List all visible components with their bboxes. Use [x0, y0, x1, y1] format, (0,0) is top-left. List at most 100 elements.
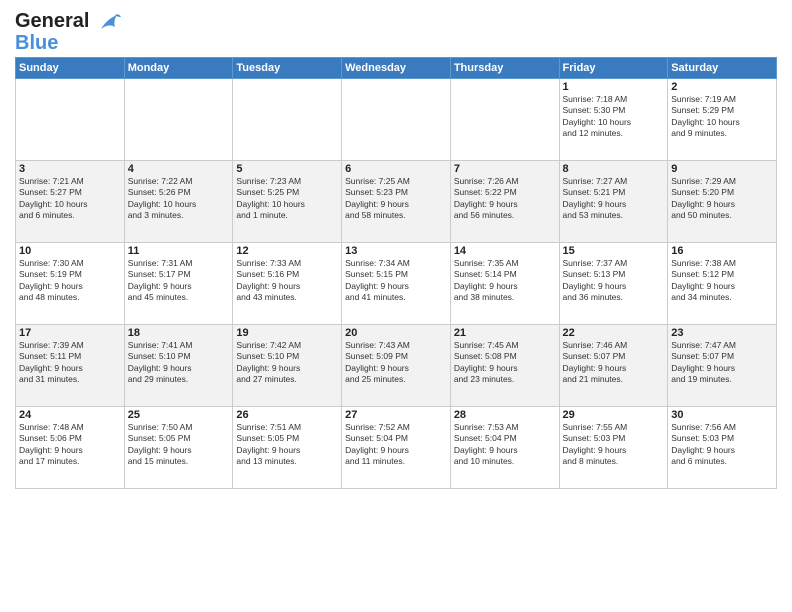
- logo-general: General: [15, 10, 89, 32]
- logo-blue: Blue: [15, 33, 123, 53]
- day-info: Sunrise: 7:45 AM Sunset: 5:08 PM Dayligh…: [454, 340, 556, 386]
- day-number: 14: [454, 245, 556, 257]
- day-info: Sunrise: 7:55 AM Sunset: 5:03 PM Dayligh…: [563, 422, 665, 468]
- day-number: 8: [563, 163, 665, 175]
- day-info: Sunrise: 7:29 AM Sunset: 5:20 PM Dayligh…: [671, 176, 773, 222]
- day-cell: 7Sunrise: 7:26 AM Sunset: 5:22 PM Daylig…: [450, 160, 559, 242]
- day-cell: 15Sunrise: 7:37 AM Sunset: 5:13 PM Dayli…: [559, 242, 668, 324]
- day-cell: 27Sunrise: 7:52 AM Sunset: 5:04 PM Dayli…: [342, 406, 451, 488]
- day-info: Sunrise: 7:43 AM Sunset: 5:09 PM Dayligh…: [345, 340, 447, 386]
- day-cell: 28Sunrise: 7:53 AM Sunset: 5:04 PM Dayli…: [450, 406, 559, 488]
- day-info: Sunrise: 7:23 AM Sunset: 5:25 PM Dayligh…: [236, 176, 338, 222]
- header: General Blue: [15, 10, 777, 53]
- day-cell: 26Sunrise: 7:51 AM Sunset: 5:05 PM Dayli…: [233, 406, 342, 488]
- day-cell: 11Sunrise: 7:31 AM Sunset: 5:17 PM Dayli…: [124, 242, 233, 324]
- logo-bird-icon: [97, 11, 123, 33]
- day-cell: 19Sunrise: 7:42 AM Sunset: 5:10 PM Dayli…: [233, 324, 342, 406]
- day-info: Sunrise: 7:51 AM Sunset: 5:05 PM Dayligh…: [236, 422, 338, 468]
- day-info: Sunrise: 7:22 AM Sunset: 5:26 PM Dayligh…: [128, 176, 230, 222]
- day-number: 26: [236, 409, 338, 421]
- day-number: 4: [128, 163, 230, 175]
- day-info: Sunrise: 7:48 AM Sunset: 5:06 PM Dayligh…: [19, 422, 121, 468]
- day-cell: 4Sunrise: 7:22 AM Sunset: 5:26 PM Daylig…: [124, 160, 233, 242]
- day-info: Sunrise: 7:46 AM Sunset: 5:07 PM Dayligh…: [563, 340, 665, 386]
- day-cell: 29Sunrise: 7:55 AM Sunset: 5:03 PM Dayli…: [559, 406, 668, 488]
- day-info: Sunrise: 7:21 AM Sunset: 5:27 PM Dayligh…: [19, 176, 121, 222]
- day-number: 7: [454, 163, 556, 175]
- day-number: 17: [19, 327, 121, 339]
- weekday-tuesday: Tuesday: [233, 57, 342, 78]
- day-info: Sunrise: 7:52 AM Sunset: 5:04 PM Dayligh…: [345, 422, 447, 468]
- day-number: 30: [671, 409, 773, 421]
- weekday-thursday: Thursday: [450, 57, 559, 78]
- day-info: Sunrise: 7:56 AM Sunset: 5:03 PM Dayligh…: [671, 422, 773, 468]
- calendar-table: SundayMondayTuesdayWednesdayThursdayFrid…: [15, 57, 777, 489]
- day-cell: [342, 78, 451, 160]
- day-number: 2: [671, 81, 773, 93]
- day-number: 5: [236, 163, 338, 175]
- day-cell: 1Sunrise: 7:18 AM Sunset: 5:30 PM Daylig…: [559, 78, 668, 160]
- day-number: 22: [563, 327, 665, 339]
- day-info: Sunrise: 7:34 AM Sunset: 5:15 PM Dayligh…: [345, 258, 447, 304]
- day-number: 25: [128, 409, 230, 421]
- day-info: Sunrise: 7:42 AM Sunset: 5:10 PM Dayligh…: [236, 340, 338, 386]
- day-cell: 16Sunrise: 7:38 AM Sunset: 5:12 PM Dayli…: [668, 242, 777, 324]
- day-info: Sunrise: 7:25 AM Sunset: 5:23 PM Dayligh…: [345, 176, 447, 222]
- day-cell: 20Sunrise: 7:43 AM Sunset: 5:09 PM Dayli…: [342, 324, 451, 406]
- page-container: General Blue SundayMondayTuesdayWednesda…: [0, 0, 792, 494]
- day-info: Sunrise: 7:39 AM Sunset: 5:11 PM Dayligh…: [19, 340, 121, 386]
- day-cell: 8Sunrise: 7:27 AM Sunset: 5:21 PM Daylig…: [559, 160, 668, 242]
- day-info: Sunrise: 7:26 AM Sunset: 5:22 PM Dayligh…: [454, 176, 556, 222]
- day-number: 24: [19, 409, 121, 421]
- weekday-monday: Monday: [124, 57, 233, 78]
- day-info: Sunrise: 7:30 AM Sunset: 5:19 PM Dayligh…: [19, 258, 121, 304]
- day-cell: 22Sunrise: 7:46 AM Sunset: 5:07 PM Dayli…: [559, 324, 668, 406]
- day-number: 19: [236, 327, 338, 339]
- day-info: Sunrise: 7:19 AM Sunset: 5:29 PM Dayligh…: [671, 94, 773, 140]
- day-cell: 12Sunrise: 7:33 AM Sunset: 5:16 PM Dayli…: [233, 242, 342, 324]
- week-row-5: 24Sunrise: 7:48 AM Sunset: 5:06 PM Dayli…: [16, 406, 777, 488]
- day-cell: 14Sunrise: 7:35 AM Sunset: 5:14 PM Dayli…: [450, 242, 559, 324]
- day-number: 10: [19, 245, 121, 257]
- day-number: 6: [345, 163, 447, 175]
- day-info: Sunrise: 7:35 AM Sunset: 5:14 PM Dayligh…: [454, 258, 556, 304]
- day-number: 28: [454, 409, 556, 421]
- day-cell: 21Sunrise: 7:45 AM Sunset: 5:08 PM Dayli…: [450, 324, 559, 406]
- week-row-2: 3Sunrise: 7:21 AM Sunset: 5:27 PM Daylig…: [16, 160, 777, 242]
- day-info: Sunrise: 7:53 AM Sunset: 5:04 PM Dayligh…: [454, 422, 556, 468]
- day-cell: 3Sunrise: 7:21 AM Sunset: 5:27 PM Daylig…: [16, 160, 125, 242]
- day-cell: 10Sunrise: 7:30 AM Sunset: 5:19 PM Dayli…: [16, 242, 125, 324]
- day-cell: 18Sunrise: 7:41 AM Sunset: 5:10 PM Dayli…: [124, 324, 233, 406]
- day-info: Sunrise: 7:47 AM Sunset: 5:07 PM Dayligh…: [671, 340, 773, 386]
- weekday-sunday: Sunday: [16, 57, 125, 78]
- day-number: 27: [345, 409, 447, 421]
- day-cell: 6Sunrise: 7:25 AM Sunset: 5:23 PM Daylig…: [342, 160, 451, 242]
- day-info: Sunrise: 7:18 AM Sunset: 5:30 PM Dayligh…: [563, 94, 665, 140]
- day-number: 1: [563, 81, 665, 93]
- day-cell: 5Sunrise: 7:23 AM Sunset: 5:25 PM Daylig…: [233, 160, 342, 242]
- day-cell: [16, 78, 125, 160]
- day-info: Sunrise: 7:37 AM Sunset: 5:13 PM Dayligh…: [563, 258, 665, 304]
- weekday-friday: Friday: [559, 57, 668, 78]
- day-cell: 25Sunrise: 7:50 AM Sunset: 5:05 PM Dayli…: [124, 406, 233, 488]
- logo: General Blue: [15, 10, 123, 53]
- day-number: 20: [345, 327, 447, 339]
- day-cell: 24Sunrise: 7:48 AM Sunset: 5:06 PM Dayli…: [16, 406, 125, 488]
- day-cell: 17Sunrise: 7:39 AM Sunset: 5:11 PM Dayli…: [16, 324, 125, 406]
- day-number: 21: [454, 327, 556, 339]
- week-row-4: 17Sunrise: 7:39 AM Sunset: 5:11 PM Dayli…: [16, 324, 777, 406]
- day-cell: 23Sunrise: 7:47 AM Sunset: 5:07 PM Dayli…: [668, 324, 777, 406]
- day-cell: [450, 78, 559, 160]
- day-cell: 30Sunrise: 7:56 AM Sunset: 5:03 PM Dayli…: [668, 406, 777, 488]
- day-info: Sunrise: 7:31 AM Sunset: 5:17 PM Dayligh…: [128, 258, 230, 304]
- day-number: 23: [671, 327, 773, 339]
- week-row-1: 1Sunrise: 7:18 AM Sunset: 5:30 PM Daylig…: [16, 78, 777, 160]
- day-number: 11: [128, 245, 230, 257]
- day-number: 15: [563, 245, 665, 257]
- day-number: 18: [128, 327, 230, 339]
- day-cell: [124, 78, 233, 160]
- day-number: 3: [19, 163, 121, 175]
- day-info: Sunrise: 7:27 AM Sunset: 5:21 PM Dayligh…: [563, 176, 665, 222]
- day-number: 29: [563, 409, 665, 421]
- day-cell: 9Sunrise: 7:29 AM Sunset: 5:20 PM Daylig…: [668, 160, 777, 242]
